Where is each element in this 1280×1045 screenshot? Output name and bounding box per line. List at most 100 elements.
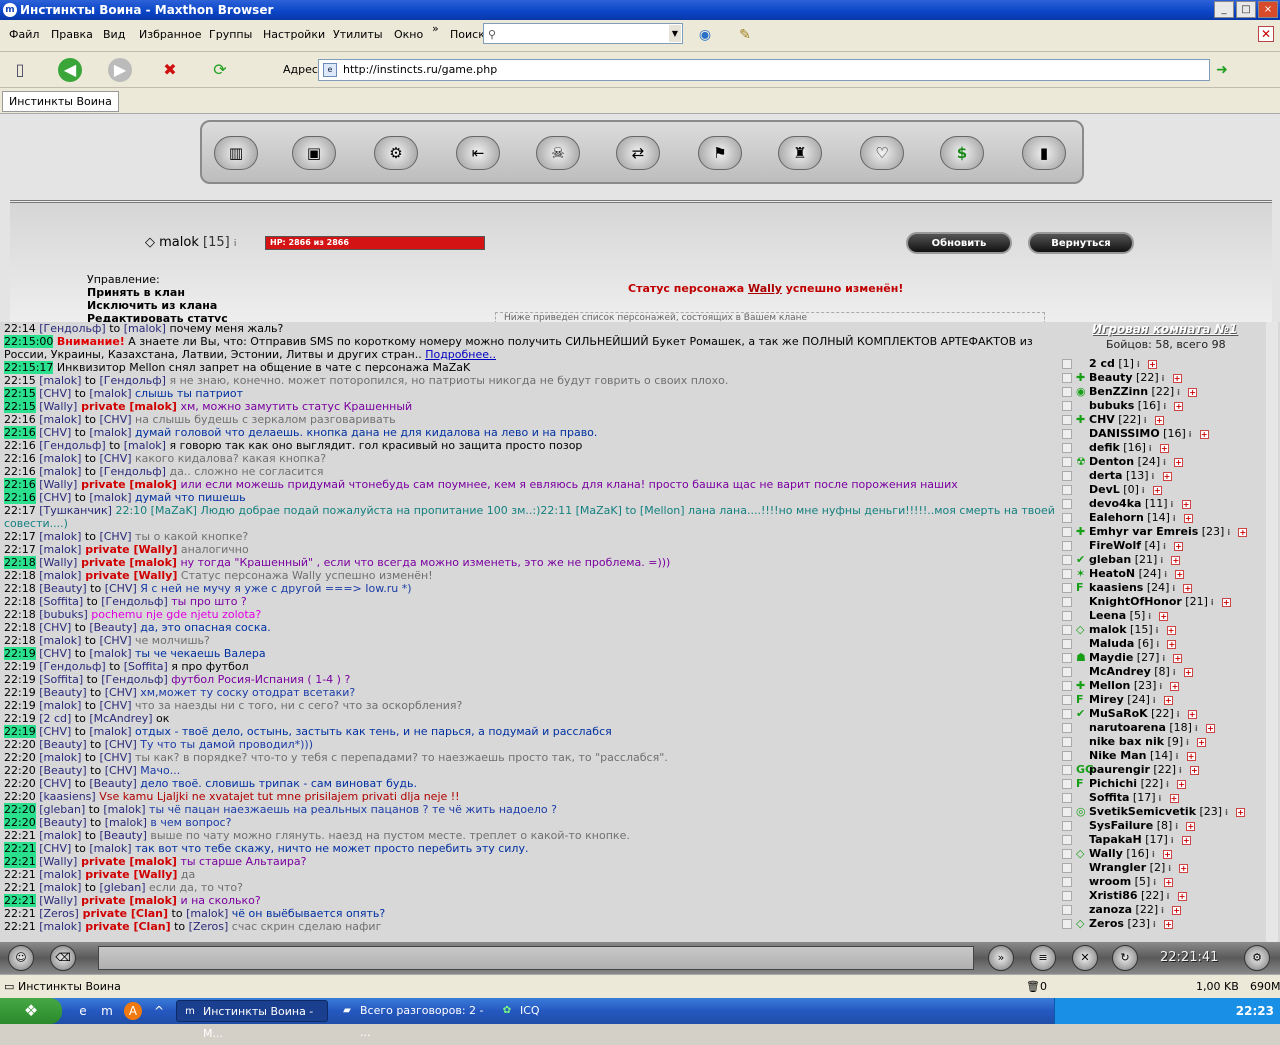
player-name[interactable]: Maydie xyxy=(1089,651,1133,664)
private-checkbox[interactable] xyxy=(1062,513,1072,523)
player-info-icon[interactable]: i xyxy=(1162,372,1170,383)
player-entry[interactable]: Ealehorn [14] i + xyxy=(1089,511,1193,525)
chat-nick[interactable]: [Гендольф] xyxy=(39,660,106,673)
player-name[interactable]: bubuks xyxy=(1089,399,1134,412)
private-checkbox[interactable] xyxy=(1062,583,1072,593)
chat-nick[interactable]: [malok] xyxy=(39,829,81,842)
roster-row[interactable]: Fkaasiens [24] i + xyxy=(1058,581,1280,595)
add-private-icon[interactable]: + xyxy=(1197,738,1207,747)
maxthon-quick-icon[interactable]: m xyxy=(98,1002,116,1020)
player-name[interactable]: 2 cd xyxy=(1089,357,1115,370)
roster-row[interactable]: ◇ Wally [16] i + xyxy=(1058,847,1280,861)
close-tab-icon[interactable]: ✕ xyxy=(1258,26,1274,42)
roster-row[interactable]: DevL [0] i + xyxy=(1058,483,1280,497)
private-checkbox[interactable] xyxy=(1062,373,1072,383)
private-checkbox[interactable] xyxy=(1062,849,1072,859)
chat-target[interactable]: [Гендольф] xyxy=(99,374,166,387)
player-name[interactable]: KnightOfHonor xyxy=(1089,595,1182,608)
menu-groups[interactable]: Группы xyxy=(209,28,252,41)
menu-settings[interactable]: Настройки xyxy=(263,28,325,41)
roster-row[interactable]: FireWolf [4] i + xyxy=(1058,539,1280,553)
quick-more-icon[interactable]: ^ xyxy=(150,1002,168,1020)
chat-nick[interactable]: [bubuks] xyxy=(39,608,88,621)
private-checkbox[interactable] xyxy=(1062,597,1072,607)
player-entry[interactable]: wroom [5] i + xyxy=(1089,875,1174,889)
player-name[interactable]: Mellon xyxy=(1089,679,1130,692)
player-name[interactable]: Leena xyxy=(1089,609,1126,622)
task-icq[interactable]: ✿ ICQ xyxy=(494,1000,644,1022)
chat-target[interactable]: [Soffita] xyxy=(124,660,168,673)
player-info-icon[interactable]: i xyxy=(1177,708,1185,719)
private-checkbox[interactable] xyxy=(1062,527,1072,537)
private-checkbox[interactable] xyxy=(1062,681,1072,691)
private-checkbox[interactable] xyxy=(1062,695,1072,705)
chat-nick[interactable]: [Тушканчик] xyxy=(39,504,112,517)
player-name[interactable]: nike bax nik xyxy=(1089,735,1164,748)
chat-nick[interactable]: [CHV] xyxy=(39,647,71,660)
refresh-icon[interactable]: ⟳ xyxy=(208,58,232,82)
chat-target[interactable]: [McAndrey] xyxy=(89,712,152,725)
chat-nick[interactable]: [malok] xyxy=(39,543,81,556)
private-checkbox[interactable] xyxy=(1062,737,1072,747)
player-entry[interactable]: Xristi86 [22] i + xyxy=(1089,889,1187,903)
chat-target[interactable]: [CHV] xyxy=(99,530,131,543)
player-entry[interactable]: Nike Man [14] i + xyxy=(1089,749,1196,763)
chat-nick[interactable]: [Beauty] xyxy=(39,816,86,829)
roster-row[interactable]: ✚ Mellon [23] i + xyxy=(1058,679,1280,693)
player-name[interactable]: gleban xyxy=(1089,553,1131,566)
private-checkbox[interactable] xyxy=(1062,569,1072,579)
add-private-icon[interactable]: + xyxy=(1172,906,1182,915)
roster-row[interactable]: F Pichichi [22] i + xyxy=(1058,777,1280,791)
player-entry[interactable]: Pichichi [22] i + xyxy=(1089,777,1187,791)
player-info-icon[interactable]: i xyxy=(1163,400,1171,411)
roster-row[interactable]: Nike Man [14] i + xyxy=(1058,749,1280,763)
private-checkbox[interactable] xyxy=(1062,807,1072,817)
roster-scrollbar[interactable] xyxy=(1266,322,1278,942)
player-info-icon[interactable]: i xyxy=(1171,498,1179,509)
player-name[interactable]: Mirey xyxy=(1089,693,1124,706)
add-private-icon[interactable]: + xyxy=(1162,850,1172,859)
chat-nick[interactable]: [gleban] xyxy=(39,803,85,816)
chat-target[interactable]: [malok] xyxy=(124,439,166,452)
roster-row[interactable]: Soffita [17] i + xyxy=(1058,791,1280,805)
chat-nick[interactable]: [CHV] xyxy=(39,491,71,504)
chat-target[interactable]: [malok] xyxy=(186,907,228,920)
add-private-icon[interactable]: + xyxy=(1181,500,1191,509)
add-private-icon[interactable]: + xyxy=(1173,654,1183,663)
player-entry[interactable]: Mellon [23] i + xyxy=(1089,679,1180,693)
menu-file[interactable]: Файл xyxy=(9,28,39,41)
player-info-icon[interactable]: i xyxy=(1148,610,1156,621)
roster-row[interactable]: DANISSIMO [16] i + xyxy=(1058,427,1280,441)
chat-nick[interactable]: [Soffita] xyxy=(39,595,83,608)
add-private-icon[interactable]: + xyxy=(1159,444,1169,453)
task-instincts[interactable]: m Инстинкты Воина - М... xyxy=(176,1000,328,1040)
private-checkbox[interactable] xyxy=(1062,905,1072,915)
player-name[interactable]: Nike Man xyxy=(1089,749,1147,762)
start-button[interactable]: ❖ xyxy=(0,998,62,1024)
roster-row[interactable]: wroom [5] i + xyxy=(1058,875,1280,889)
player-info-icon[interactable]: i xyxy=(1160,554,1168,565)
player-info-icon[interactable]: i xyxy=(1163,540,1171,551)
player-name[interactable]: McAndrey xyxy=(1089,665,1151,678)
add-private-icon[interactable]: + xyxy=(1186,752,1196,761)
gear-icon[interactable]: ⚙ xyxy=(374,136,418,170)
chat-target[interactable]: [malok] xyxy=(105,816,147,829)
roster-row[interactable]: devo4ka [11] i + xyxy=(1058,497,1280,511)
roster-row[interactable]: ☗ Maydie [27] i + xyxy=(1058,651,1280,665)
chat-nick[interactable]: [CHV] xyxy=(39,621,71,634)
back-button[interactable]: Вернуться xyxy=(1028,232,1134,254)
player-info-icon[interactable]: i xyxy=(1186,736,1194,747)
add-private-icon[interactable]: + xyxy=(1147,360,1157,369)
private-checkbox[interactable] xyxy=(1062,765,1072,775)
player-info-icon[interactable]: i xyxy=(1152,848,1160,859)
player-info-icon[interactable]: i xyxy=(1173,512,1181,523)
private-checkbox[interactable] xyxy=(1062,471,1072,481)
chat-target[interactable]: [CHV] xyxy=(105,738,137,751)
add-private-icon[interactable]: + xyxy=(1238,528,1248,537)
player-entry[interactable]: malok [15] i + xyxy=(1089,623,1176,637)
player-name[interactable]: zanoza xyxy=(1089,903,1132,916)
private-checkbox[interactable] xyxy=(1062,779,1072,789)
chat-nick[interactable]: [Гендольф] xyxy=(39,322,106,335)
chat-target[interactable]: [Гендольф] xyxy=(99,465,166,478)
private-checkbox[interactable] xyxy=(1062,359,1072,369)
